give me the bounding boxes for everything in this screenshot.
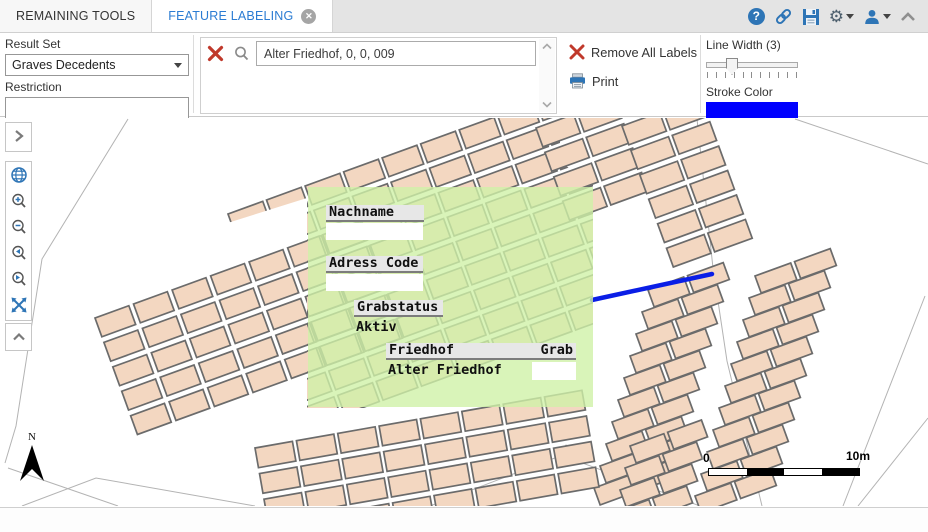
red-x-icon [569, 44, 585, 60]
user-button[interactable] [863, 7, 891, 27]
result-set-select[interactable]: Graves Decedents [5, 54, 189, 76]
collapse-tools-button[interactable] [5, 323, 32, 351]
remove-all-labels-label: Remove All Labels [591, 44, 697, 60]
tab-remaining-tools-label: REMAINING TOOLS [16, 9, 136, 23]
north-arrow: N [14, 431, 50, 488]
help-button[interactable]: ? [747, 7, 765, 27]
full-extent-button[interactable] [6, 292, 31, 318]
label-list-panel: Alter Friedhof, 0, 0, 009 [200, 37, 557, 114]
status-bar [0, 507, 928, 532]
chevron-right-icon [14, 130, 24, 142]
print-label: Print [592, 73, 619, 89]
actions-section: Remove All Labels Print [569, 41, 697, 99]
result-set-value: Graves Decedents [12, 58, 116, 72]
scroll-up-button[interactable] [539, 39, 555, 54]
list-scrollbar[interactable] [539, 39, 555, 112]
search-button[interactable] [229, 41, 253, 65]
expand-panel-button[interactable] [5, 122, 32, 152]
save-button[interactable] [802, 7, 820, 27]
chevron-up-icon [12, 332, 25, 341]
divider [193, 35, 194, 113]
north-arrow-icon [20, 445, 44, 481]
label-header-grabstatus: Grabstatus [354, 300, 443, 317]
scroll-down-button[interactable] [539, 97, 555, 112]
line-style-section: Line Width (3) Stroke Color [706, 38, 798, 124]
globe-icon [10, 167, 27, 183]
result-set-label: Result Set [5, 37, 61, 51]
slider-track[interactable] [706, 62, 798, 68]
label-search-text: Alter Friedhof, 0, 0, 009 [264, 46, 395, 61]
collapse-button[interactable] [900, 7, 916, 27]
label-header-grab: Grab [540, 342, 573, 358]
print-button[interactable]: Print [569, 70, 697, 92]
settings-button[interactable]: ⚙ [829, 7, 854, 27]
red-x-icon [207, 45, 223, 61]
printer-icon [570, 73, 585, 89]
gear-icon: ⚙ [828, 6, 844, 26]
scale-bar: 0 10m [700, 449, 878, 479]
result-set-section: Result Set Graves Decedents Restriction [5, 37, 189, 119]
label-value-grabstatus: Aktiv [356, 319, 397, 335]
scale-max-label: 10m [846, 449, 871, 463]
zoom-in-icon [11, 193, 26, 208]
chevron-up-icon [542, 43, 552, 50]
zoom-out-button[interactable] [6, 214, 31, 240]
zoom-previous-button[interactable] [6, 240, 31, 266]
label-value-box-adress-code [326, 274, 423, 291]
restriction-input[interactable] [5, 97, 189, 119]
label-value-friedhof: Alter Friedhof [388, 362, 502, 378]
globe-button[interactable] [6, 162, 31, 188]
label-search-input[interactable]: Alter Friedhof, 0, 0, 009 [256, 41, 536, 66]
feature-label-overlay: Nachname Adress Code Grabstatus Aktiv Fr… [308, 187, 593, 407]
feature-labeling-toolbar: Result Set Graves Decedents Restriction … [0, 33, 928, 124]
zoom-previous-icon [11, 245, 26, 260]
line-width-slider[interactable] [706, 57, 798, 79]
tab-remaining-tools[interactable]: REMAINING TOOLS [0, 0, 153, 32]
link-button[interactable] [774, 7, 793, 27]
scale-zero-label: 0 [703, 451, 710, 465]
zoom-next-button[interactable] [6, 266, 31, 292]
chevron-down-icon [174, 62, 182, 68]
map-tool-group [5, 161, 32, 321]
label-header-friedhof: Friedhof [389, 342, 455, 358]
remove-all-labels-button[interactable]: Remove All Labels [569, 41, 697, 63]
close-icon[interactable]: ✕ [301, 8, 317, 24]
zoom-in-button[interactable] [6, 188, 31, 214]
label-header-friedhof-grab: Friedhof Grab [386, 343, 576, 360]
chevron-up-icon [901, 11, 915, 21]
line-width-label: Line Width (3) [706, 38, 781, 52]
stroke-color-label: Stroke Color [706, 85, 773, 99]
map-canvas[interactable]: Nachname Adress Code Grabstatus Aktiv Fr… [0, 118, 928, 506]
label-header-adress-code: Adress Code [326, 256, 423, 273]
scale-bar-segments [708, 468, 860, 476]
label-value-box-grab [532, 362, 576, 380]
tab-bar: REMAINING TOOLS FEATURE LABELING ✕ ? ⚙ [0, 0, 928, 33]
tab-feature-labeling-label: FEATURE LABELING [168, 9, 294, 23]
label-value-box-nachname [326, 223, 423, 240]
label-header-nachname: Nachname [326, 205, 424, 222]
chevron-down-icon [542, 101, 552, 108]
save-icon [802, 8, 819, 25]
link-icon [775, 8, 791, 25]
tab-feature-labeling[interactable]: FEATURE LABELING ✕ [152, 0, 334, 32]
zoom-next-icon [11, 271, 26, 286]
divider [700, 35, 701, 113]
search-icon [234, 46, 248, 60]
restriction-label: Restriction [5, 80, 62, 94]
full-extent-icon [11, 297, 26, 313]
user-icon [865, 9, 879, 24]
zoom-out-icon [11, 219, 26, 234]
topbar-icon-group: ? ⚙ [747, 0, 928, 33]
chevron-down-icon [846, 14, 854, 19]
clear-search-button[interactable] [203, 41, 227, 65]
north-label: N [28, 431, 36, 443]
help-icon: ? [747, 8, 765, 25]
slider-ticks [707, 72, 797, 78]
chevron-down-icon [883, 14, 891, 19]
